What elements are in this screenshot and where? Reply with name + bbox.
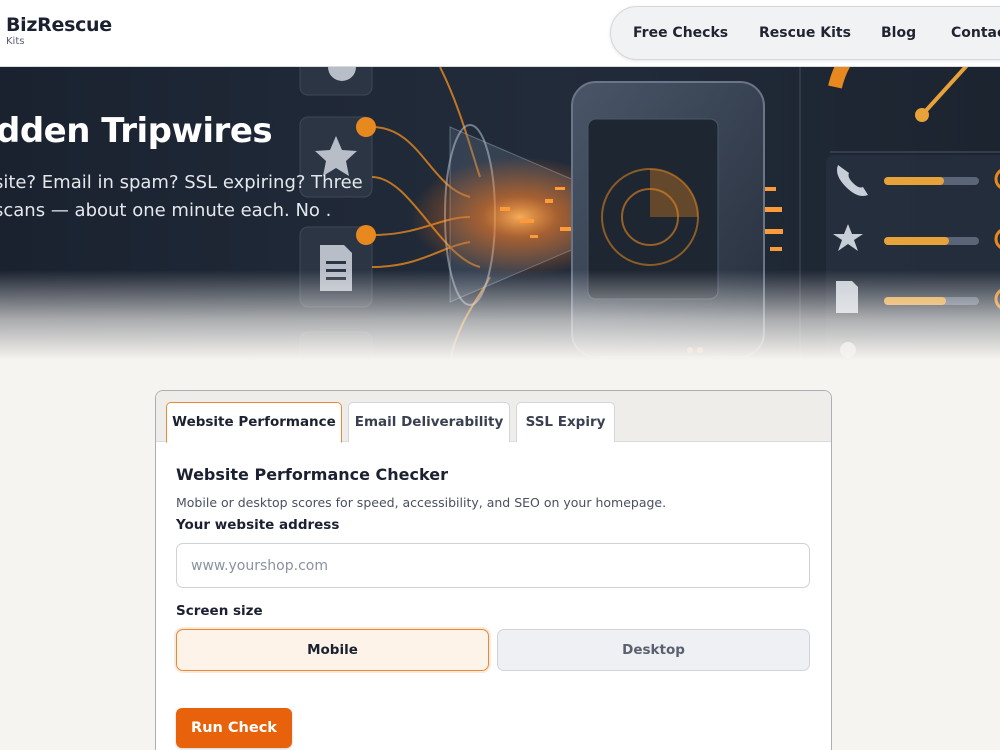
hero-title: dden Tripwires xyxy=(0,111,273,151)
tab-website-performance[interactable]: Website Performance xyxy=(166,402,342,443)
nav-blog[interactable]: Blog xyxy=(881,25,916,41)
screen-desktop-button[interactable]: Desktop xyxy=(497,629,810,671)
run-check-button[interactable]: Run Check xyxy=(176,708,292,748)
nav-rescue-kits[interactable]: Rescue Kits xyxy=(759,25,851,41)
hero-text: site? Email in spam? SSL expiring? Three… xyxy=(0,172,363,221)
url-label: Your website address xyxy=(176,517,340,533)
checker-card: Website Performance Email Deliverability… xyxy=(155,390,832,750)
screen-size-label: Screen size xyxy=(176,603,263,619)
website-url-input[interactable] xyxy=(176,543,810,588)
nav-free-checks[interactable]: Free Checks xyxy=(633,25,728,41)
main-nav: Free Checks Rescue Kits Blog Contact xyxy=(610,6,1000,60)
hero-banner: dden Tripwires site? Email in spam? SSL … xyxy=(0,67,1000,360)
panel-title: Website Performance Checker xyxy=(176,465,448,484)
site-header: BizRescue Kits Free Checks Rescue Kits B… xyxy=(0,0,1000,67)
hero-fade xyxy=(0,270,1000,360)
tab-ssl-expiry[interactable]: SSL Expiry xyxy=(516,402,615,442)
screen-mobile-button[interactable]: Mobile xyxy=(176,629,489,671)
nav-contact[interactable]: Contact xyxy=(951,25,1000,41)
brand-name: BizRescue xyxy=(6,14,112,36)
gauge-icon xyxy=(828,67,851,89)
panel-description: Mobile or desktop scores for speed, acce… xyxy=(176,495,667,510)
checker-tabs: Website Performance Email Deliverability… xyxy=(156,391,831,443)
brand-logo[interactable]: BizRescue Kits xyxy=(6,14,112,48)
tab-email-deliverability[interactable]: Email Deliverability xyxy=(348,402,510,442)
brand-sub: Kits xyxy=(6,36,25,47)
